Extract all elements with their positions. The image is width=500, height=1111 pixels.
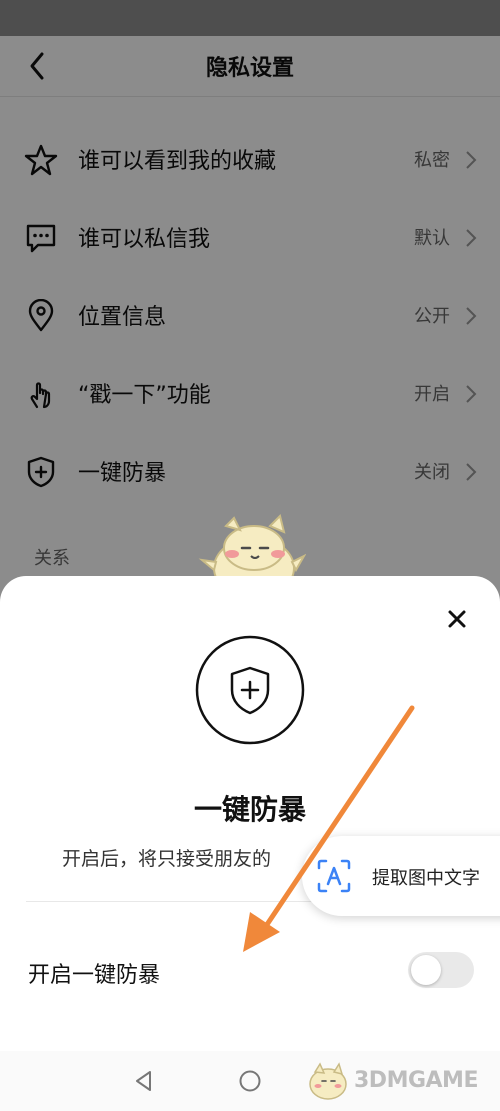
extract-text-label: 提取图中文字 (372, 868, 480, 889)
shield-plus-icon (195, 635, 305, 745)
close-icon[interactable] (442, 604, 472, 634)
text-recognition-icon (317, 859, 351, 893)
toggle-label: 开启一键防暴 (28, 963, 161, 988)
anti-harassment-toggle[interactable] (408, 952, 474, 988)
watermark-text: 3DMGAME (354, 1068, 478, 1093)
sheet-title: 一键防暴 (193, 793, 306, 826)
nav-home-icon[interactable] (238, 1069, 262, 1093)
watermark-mascot-icon (309, 1062, 347, 1100)
sheet-description: 开启后，将只接受朋友的 (62, 848, 272, 870)
nav-back-icon[interactable] (132, 1069, 156, 1093)
toggle-knob (411, 955, 441, 985)
extract-text-button[interactable]: 提取图中文字 (302, 836, 500, 916)
watermark: 3DMGAME (300, 1056, 500, 1106)
